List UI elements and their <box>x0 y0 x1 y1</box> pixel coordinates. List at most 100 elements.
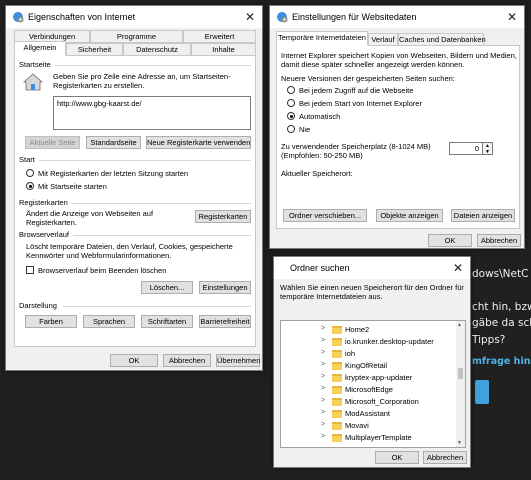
folder-icon <box>332 434 342 442</box>
background-text-line-3: gäbe da sch <box>472 317 531 329</box>
check-every-visit-radio[interactable] <box>287 86 295 94</box>
folder-dialog-instruction: Wählen Sie einen neuen Speicherort für d… <box>280 283 464 301</box>
general-tab-panel: Startseite Geben Sie pro Zeile eine Adre… <box>14 55 256 347</box>
tree-row[interactable]: > MicrosoftEdge <box>281 385 465 395</box>
cancel-button[interactable]: Abbrechen <box>423 451 467 464</box>
tree-row[interactable]: > MultiplayerTemplate <box>281 433 465 443</box>
home-page-icon <box>23 73 43 91</box>
tree-row[interactable]: > KingOfRetail <box>281 361 465 371</box>
ok-button[interactable]: OK <box>428 234 472 247</box>
tree-row[interactable]: > kryptex-app-updater <box>281 373 465 383</box>
check-every-start-radio[interactable] <box>287 99 295 107</box>
temporary-files-panel: Internet Explorer speichert Kopien von W… <box>276 45 520 229</box>
tree-row[interactable]: > ModAssistant <box>281 409 465 419</box>
expand-chevron-icon[interactable]: > <box>321 397 325 404</box>
section-tabs-heading: Registerkarten <box>19 198 68 207</box>
tree-row[interactable]: > ioh <box>281 349 465 359</box>
divider <box>73 235 251 236</box>
folder-name: Home2 <box>345 325 370 334</box>
use-new-tab-button[interactable]: Neue Registerkarte verwenden <box>146 136 251 149</box>
accessibility-button[interactable]: Barrierefreiheit <box>199 315 251 328</box>
tabs-settings-button[interactable]: Registerkarten <box>195 210 251 223</box>
use-default-button[interactable]: Standardseite <box>86 136 141 149</box>
ok-button[interactable]: OK <box>110 354 158 367</box>
close-button[interactable]: ✕ <box>500 6 524 28</box>
spin-down-icon[interactable]: ▼ <box>483 149 492 155</box>
section-start-heading: Start <box>19 155 35 164</box>
close-button[interactable]: ✕ <box>238 6 262 28</box>
tab-temporary-files[interactable]: Temporäre Internetdateien <box>276 31 368 46</box>
internet-settings-icon <box>13 12 24 23</box>
tree-row[interactable]: > Home2 <box>281 325 465 335</box>
close-button[interactable]: ✕ <box>446 257 470 279</box>
apply-button[interactable]: Übernehmen <box>216 354 260 367</box>
check-automatically-label: Automatisch <box>299 112 341 121</box>
check-every-start-label: Bei jedem Start von Internet Explorer <box>299 99 422 108</box>
check-never-label: Nie <box>299 125 311 134</box>
internet-settings-icon <box>277 12 288 23</box>
view-files-button[interactable]: Dateien anzeigen <box>451 209 515 222</box>
expand-chevron-icon[interactable]: > <box>321 421 325 428</box>
expand-chevron-icon[interactable]: > <box>321 337 325 344</box>
folder-tree[interactable]: > Home2 > io.krunker.desktop-updater > i… <box>280 320 466 448</box>
history-description: Löscht temporäre Dateien, den Verlauf, C… <box>26 242 233 260</box>
expand-chevron-icon[interactable]: > <box>321 409 325 416</box>
home-page-url-field[interactable]: http://www.gbg-kaarst.de/ <box>53 96 251 130</box>
section-startseite-heading: Startseite <box>19 60 51 69</box>
tab-programs[interactable]: Programme <box>90 30 183 43</box>
folder-name: Movavi <box>345 421 369 430</box>
folder-icon <box>332 398 342 406</box>
expand-chevron-icon[interactable]: > <box>321 373 325 380</box>
history-settings-button[interactable]: Einstellungen <box>199 281 251 294</box>
delete-history-button[interactable]: Löschen... <box>141 281 193 294</box>
expand-chevron-icon[interactable]: > <box>321 325 325 332</box>
start-home-page-label: Mit Startseite starten <box>38 182 107 191</box>
tree-row[interactable]: > Microsoft_Corporation <box>281 397 465 407</box>
scroll-up-icon[interactable]: ▲ <box>457 322 462 328</box>
start-last-session-label: Mit Registerkarten der letzten Sitzung s… <box>38 169 189 178</box>
vertical-scrollbar[interactable]: ▲ ▼ <box>456 321 465 447</box>
ok-button[interactable]: OK <box>375 451 419 464</box>
cancel-button[interactable]: Abbrechen <box>163 354 211 367</box>
section-appearance-heading: Darstellung <box>19 301 57 310</box>
tab-advanced[interactable]: Erweitert <box>183 30 256 43</box>
tree-row[interactable]: > io.krunker.desktop-updater <box>281 337 465 347</box>
background-link[interactable]: mfrage hinzu <box>472 356 531 367</box>
move-folder-button[interactable]: Ordner verschieben... <box>283 209 367 222</box>
expand-chevron-icon[interactable]: > <box>321 361 325 368</box>
languages-button[interactable]: Sprachen <box>83 315 135 328</box>
disk-space-spinner[interactable]: ▲ ▼ <box>483 142 493 155</box>
expand-chevron-icon[interactable]: > <box>321 385 325 392</box>
use-current-button[interactable]: Aktuelle Seite <box>25 136 80 149</box>
browse-folder-dialog: Ordner suchen ✕ Wählen Sie einen neuen S… <box>273 256 471 468</box>
dialog-title: Ordner suchen <box>290 263 350 273</box>
divider <box>55 65 251 66</box>
tab-general[interactable]: Allgemein <box>14 41 66 56</box>
colors-button[interactable]: Farben <box>25 315 77 328</box>
divider <box>71 203 251 204</box>
current-location-label: Aktueller Speicherort: <box>281 169 353 178</box>
disk-space-input[interactable]: 0 <box>449 142 483 155</box>
tree-row[interactable]: > Movavi <box>281 421 465 431</box>
expand-chevron-icon[interactable]: > <box>321 433 325 440</box>
folder-icon <box>332 410 342 418</box>
check-never-radio[interactable] <box>287 125 295 133</box>
window-title: Einstellungen für Websitedaten <box>292 12 417 22</box>
check-automatically-radio[interactable] <box>287 112 295 120</box>
start-home-page-radio[interactable] <box>26 182 34 190</box>
tabs-description: Ändert die Anzeige von Webseiten auf Reg… <box>26 209 154 227</box>
view-objects-button[interactable]: Objekte anzeigen <box>376 209 443 222</box>
disk-space-label: Zu verwendender Speicherplatz (8-1024 MB… <box>281 142 431 151</box>
delete-history-on-exit-checkbox[interactable] <box>26 266 34 274</box>
scroll-down-icon[interactable]: ▼ <box>457 440 462 446</box>
browse-folder-titlebar: Ordner suchen ✕ <box>274 257 470 279</box>
background-button[interactable] <box>475 380 489 404</box>
start-last-session-radio[interactable] <box>26 169 34 177</box>
fonts-button[interactable]: Schriftarten <box>141 315 193 328</box>
folder-name: MicrosoftEdge <box>345 385 393 394</box>
scrollbar-thumb[interactable] <box>458 368 463 379</box>
expand-chevron-icon[interactable]: > <box>321 349 325 356</box>
background-text-line-2: cht hin, bzw <box>472 301 531 313</box>
startseite-description: Geben Sie pro Zeile eine Adresse an, um … <box>53 72 231 90</box>
cancel-button[interactable]: Abbrechen <box>477 234 521 247</box>
